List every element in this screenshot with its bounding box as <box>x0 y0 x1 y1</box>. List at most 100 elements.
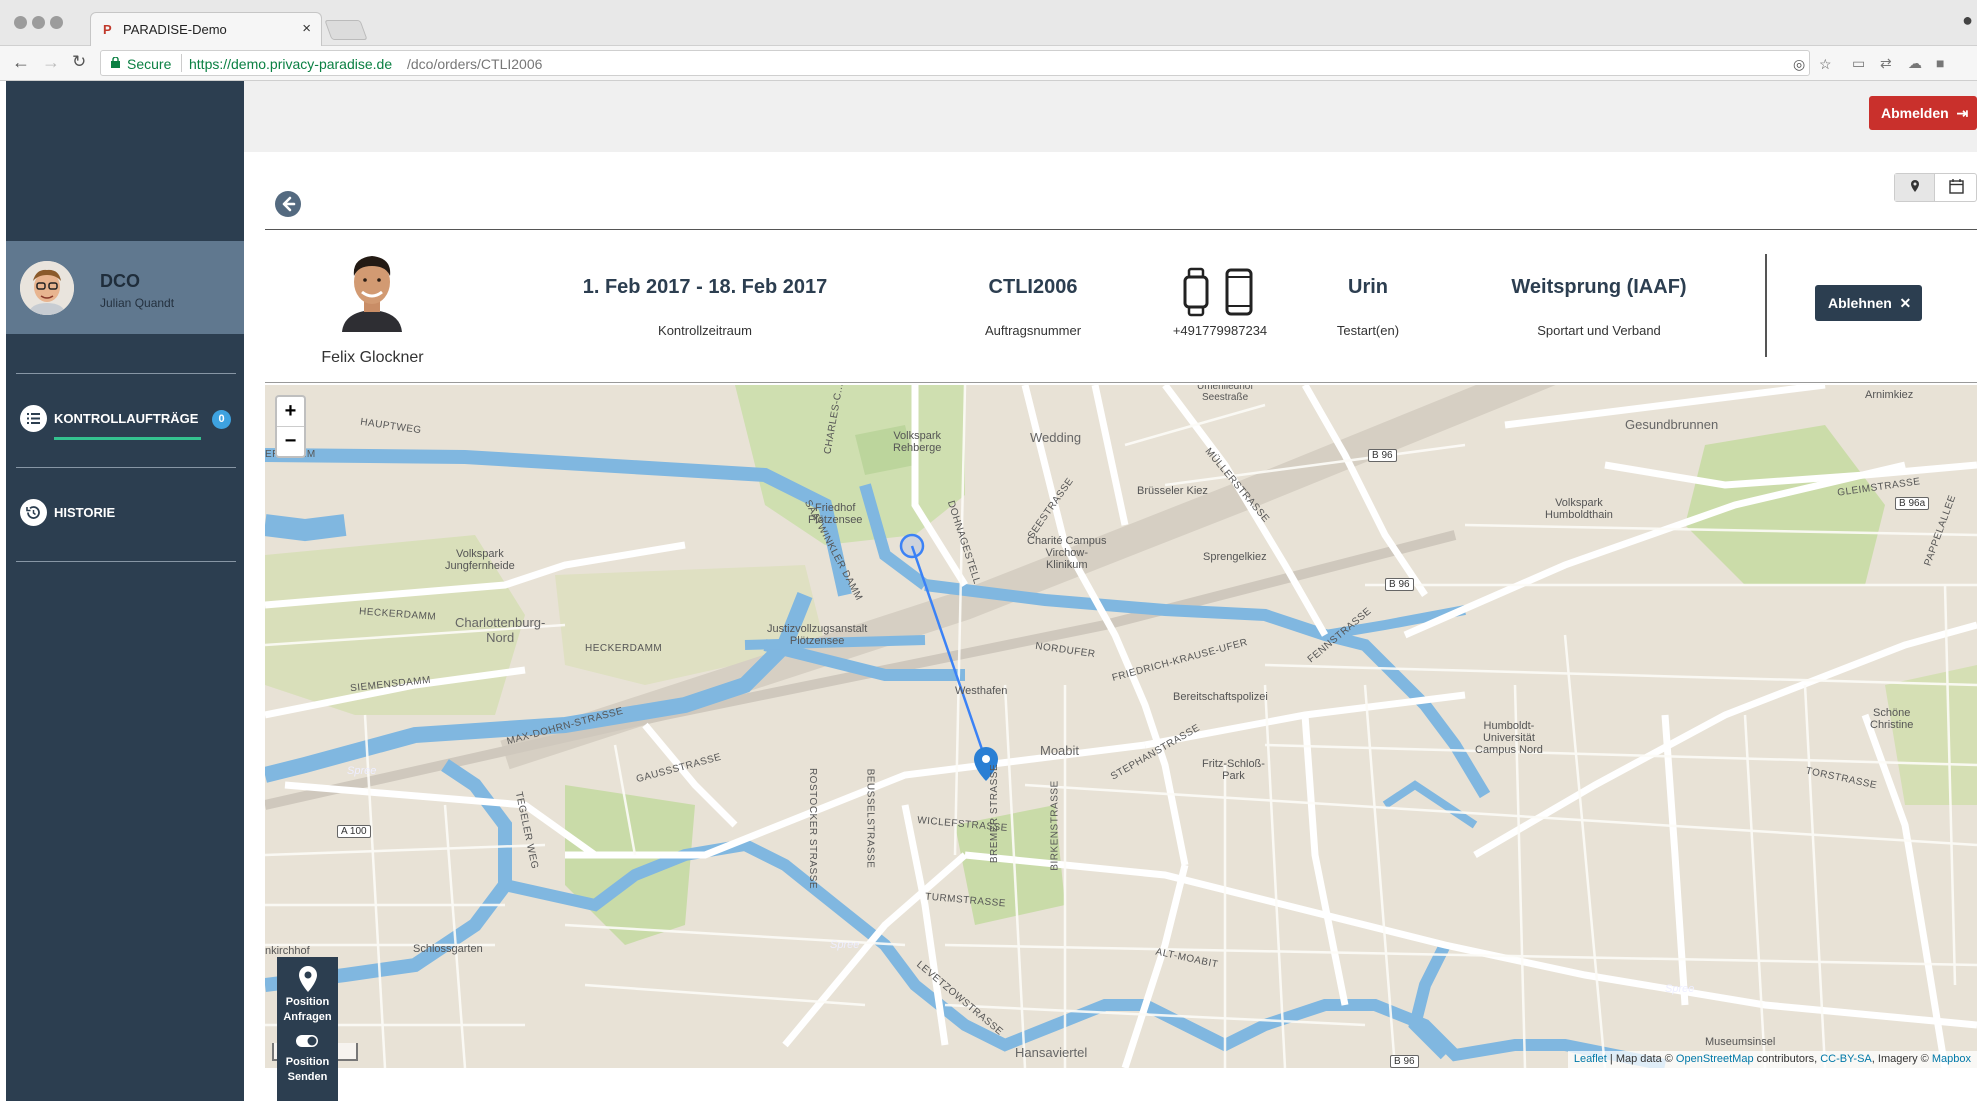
sidebar-item-label: KONTROLLAUFTRÄGE <box>54 411 199 426</box>
view-toggle <box>1894 173 1977 202</box>
arrow-left-icon <box>282 196 296 212</box>
attribution-text: contributors, <box>1753 1053 1821 1065</box>
cast-icon[interactable]: ▭ <box>1852 55 1865 72</box>
smartphone-icon <box>1225 268 1253 316</box>
sidebar-divider <box>16 561 236 562</box>
info-top-divider <box>265 229 1977 230</box>
request-position-label: Position Anfragen <box>283 996 332 1023</box>
map-label: Hansaviertel <box>1015 1045 1088 1060</box>
reject-label: Ablehnen <box>1828 295 1892 311</box>
road-shield: B 96 <box>1385 578 1414 591</box>
logout-button[interactable]: Abmelden ⇥ <box>1869 96 1977 130</box>
list-icon <box>20 405 47 432</box>
map-marker-icon <box>1911 180 1919 192</box>
osm-link[interactable]: OpenStreetMap <box>1676 1053 1754 1065</box>
browser-toolbar: ← → ↻ Secure https://demo.privacy-paradi… <box>0 46 1977 81</box>
minimize-window-icon[interactable] <box>32 16 45 29</box>
send-position-label: Position Senden <box>285 1056 330 1083</box>
map-label: ROSTOCKER STRASSE <box>807 767 819 890</box>
tab-close-icon[interactable]: × <box>302 20 311 37</box>
profile-role: DCO <box>100 271 140 291</box>
cloud-icon[interactable]: ☁ <box>1908 55 1922 72</box>
extension2-icon[interactable]: ■ <box>1936 55 1944 71</box>
map-attribution: Leaflet | Map data © OpenStreetMap contr… <box>1567 1051 1977 1068</box>
browser-tab[interactable]: P PARADISE-Demo × <box>90 12 322 46</box>
map-label: Charité Campus Virchow- Klinikum <box>1027 535 1107 571</box>
map-label: Schlossgarten <box>413 943 483 955</box>
zoom-control: + − <box>275 395 306 458</box>
secure-label: Secure <box>127 56 172 72</box>
license-link[interactable]: CC-BY-SA <box>1820 1053 1872 1065</box>
profile-menu-icon[interactable]: ● <box>1962 10 1973 31</box>
sidebar: DCO Julian Quandt KONTROLLAUFTRÄGE 0 HIS… <box>6 81 244 1101</box>
map-view-button[interactable] <box>1895 174 1935 201</box>
forward-arrow-icon[interactable]: → <box>42 52 60 73</box>
mapbox-link[interactable]: Mapbox <box>1932 1053 1971 1065</box>
paradise-favicon-icon: P <box>103 22 112 37</box>
new-tab-button[interactable] <box>324 20 368 40</box>
url-host: https://demo.privacy-paradise.de <box>189 56 393 72</box>
toggle-switch-icon <box>296 1035 318 1047</box>
map-view[interactable]: Wedding Gesundbrunnen Arnimkiez Brüssele… <box>265 385 1977 1068</box>
map-label: BREMER STRASSE <box>989 763 1001 864</box>
history-icon <box>20 499 47 526</box>
order-number-label: Auftragsnummer <box>984 323 1082 338</box>
address-bar[interactable]: Secure https://demo.privacy-paradise.de … <box>100 50 1832 76</box>
road-shield: A 100 <box>337 825 371 838</box>
close-icon: ✕ <box>1895 295 1912 311</box>
sport-label: Sportart und Verband <box>1537 323 1661 338</box>
control-period-label: Kontrollzeitraum <box>658 323 752 338</box>
browser-tabbar: P PARADISE-Demo × ● <box>0 0 1977 46</box>
request-position-button[interactable]: Position Anfragen <box>277 957 338 1030</box>
leaflet-link[interactable]: Leaflet <box>1574 1053 1607 1065</box>
sidebar-item-historie[interactable]: HISTORIE <box>16 497 236 529</box>
phone-number: +491779987234 <box>1172 323 1268 338</box>
calendar-icon <box>1949 179 1964 194</box>
back-button[interactable] <box>275 191 301 217</box>
attribution-text: , Imagery © <box>1871 1053 1932 1065</box>
map-label: HECKERDAMM <box>585 643 663 654</box>
lock-icon <box>111 57 120 68</box>
sidebar-item-label: HISTORIE <box>54 505 116 520</box>
profile-name: Julian Quandt <box>100 296 175 310</box>
control-period-value: 1. Feb 2017 - 18. Feb 2017 <box>582 276 828 298</box>
map-tiles[interactable] <box>265 385 1977 1068</box>
test-type-label: Testart(en) <box>1336 323 1400 338</box>
extension-icon[interactable]: ⇄ <box>1880 55 1892 72</box>
map-label: Fritz-Schloß- Park <box>1202 758 1265 782</box>
map-label: nkirchhof <box>265 945 310 957</box>
map-label: Volkspark Humboldthain <box>1545 497 1613 521</box>
map-label: Justizvollzugsanstalt Plötzensee <box>767 623 868 647</box>
sidebar-item-kontrollauftraege[interactable]: KONTROLLAUFTRÄGE 0 <box>16 403 236 440</box>
send-position-button[interactable]: Position Senden <box>277 1031 338 1101</box>
profile-card[interactable]: DCO Julian Quandt <box>6 241 244 334</box>
reject-button[interactable]: Ablehnen ✕ <box>1815 285 1922 321</box>
calendar-view-button[interactable] <box>1936 174 1977 201</box>
tab-title: PARADISE-Demo <box>123 22 227 37</box>
map-label: Westhafen <box>955 685 1008 697</box>
sport-value: Weitsprung (IAAF) <box>1511 276 1687 298</box>
athlete-photo <box>336 244 408 332</box>
zoom-out-button[interactable]: − <box>277 427 304 456</box>
order-number-value: CTLI2006 <box>988 276 1078 298</box>
dco-avatar <box>20 261 74 315</box>
close-window-icon[interactable] <box>14 16 27 29</box>
zoom-in-button[interactable]: + <box>277 397 304 426</box>
map-label: Umenliedhof Seestraße <box>1197 385 1254 403</box>
attribution-text: | Map data © <box>1606 1053 1676 1065</box>
map-label: Arnimkiez <box>1865 389 1914 401</box>
active-indicator <box>54 437 201 440</box>
map-label: Wedding <box>1030 430 1082 445</box>
maximize-window-icon[interactable] <box>50 16 63 29</box>
sidebar-divider <box>16 467 236 468</box>
location-target-icon[interactable]: ◎ <box>1793 56 1805 73</box>
map-label: Schöne Christine <box>1870 707 1914 731</box>
athlete-name: Felix Glockner <box>321 349 424 366</box>
position-panel: Position Anfragen Position Senden <box>277 957 338 1101</box>
sidebar-divider <box>16 373 236 374</box>
map-label: Bereitschaftspolizei <box>1173 691 1268 703</box>
back-arrow-icon[interactable]: ← <box>12 52 30 73</box>
reload-icon[interactable]: ↻ <box>72 52 86 72</box>
bookmark-star-icon[interactable]: ☆ <box>1819 56 1832 73</box>
smartwatch-icon <box>1183 267 1209 317</box>
